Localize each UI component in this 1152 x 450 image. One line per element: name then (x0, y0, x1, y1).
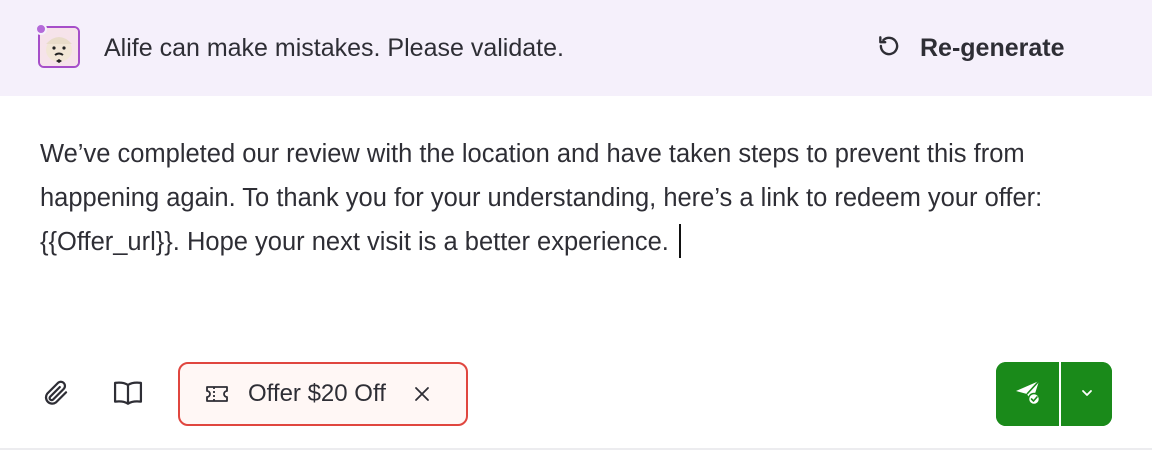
offer-chip[interactable]: Offer $20 Off (178, 362, 468, 426)
regenerate-label: Re-generate (920, 33, 1065, 62)
ai-disclaimer-banner: Alife can make mistakes. Please validate… (0, 0, 1152, 96)
send-button[interactable] (996, 362, 1059, 426)
knowledge-base-button[interactable] (110, 375, 146, 415)
paperclip-icon (41, 378, 71, 413)
avatar-status-dot (35, 23, 47, 35)
close-icon[interactable] (412, 384, 432, 404)
send-options-button[interactable] (1061, 362, 1112, 426)
send-button-group (996, 362, 1112, 426)
chevron-down-icon (1080, 385, 1094, 403)
reply-text: We’ve completed our review with the loca… (40, 140, 1043, 256)
text-cursor (678, 224, 681, 258)
book-icon (112, 378, 144, 413)
refresh-icon (876, 33, 920, 64)
ticket-icon (204, 383, 230, 405)
disclaimer-text: Alife can make mistakes. Please validate… (104, 34, 564, 62)
paper-plane-check-icon (1013, 377, 1043, 412)
attach-button[interactable] (38, 375, 74, 415)
regenerate-button[interactable]: Re-generate (876, 28, 1065, 68)
offer-chip-label: Offer $20 Off (248, 380, 386, 407)
reply-editor[interactable]: We’ve completed our review with the loca… (40, 132, 1120, 264)
